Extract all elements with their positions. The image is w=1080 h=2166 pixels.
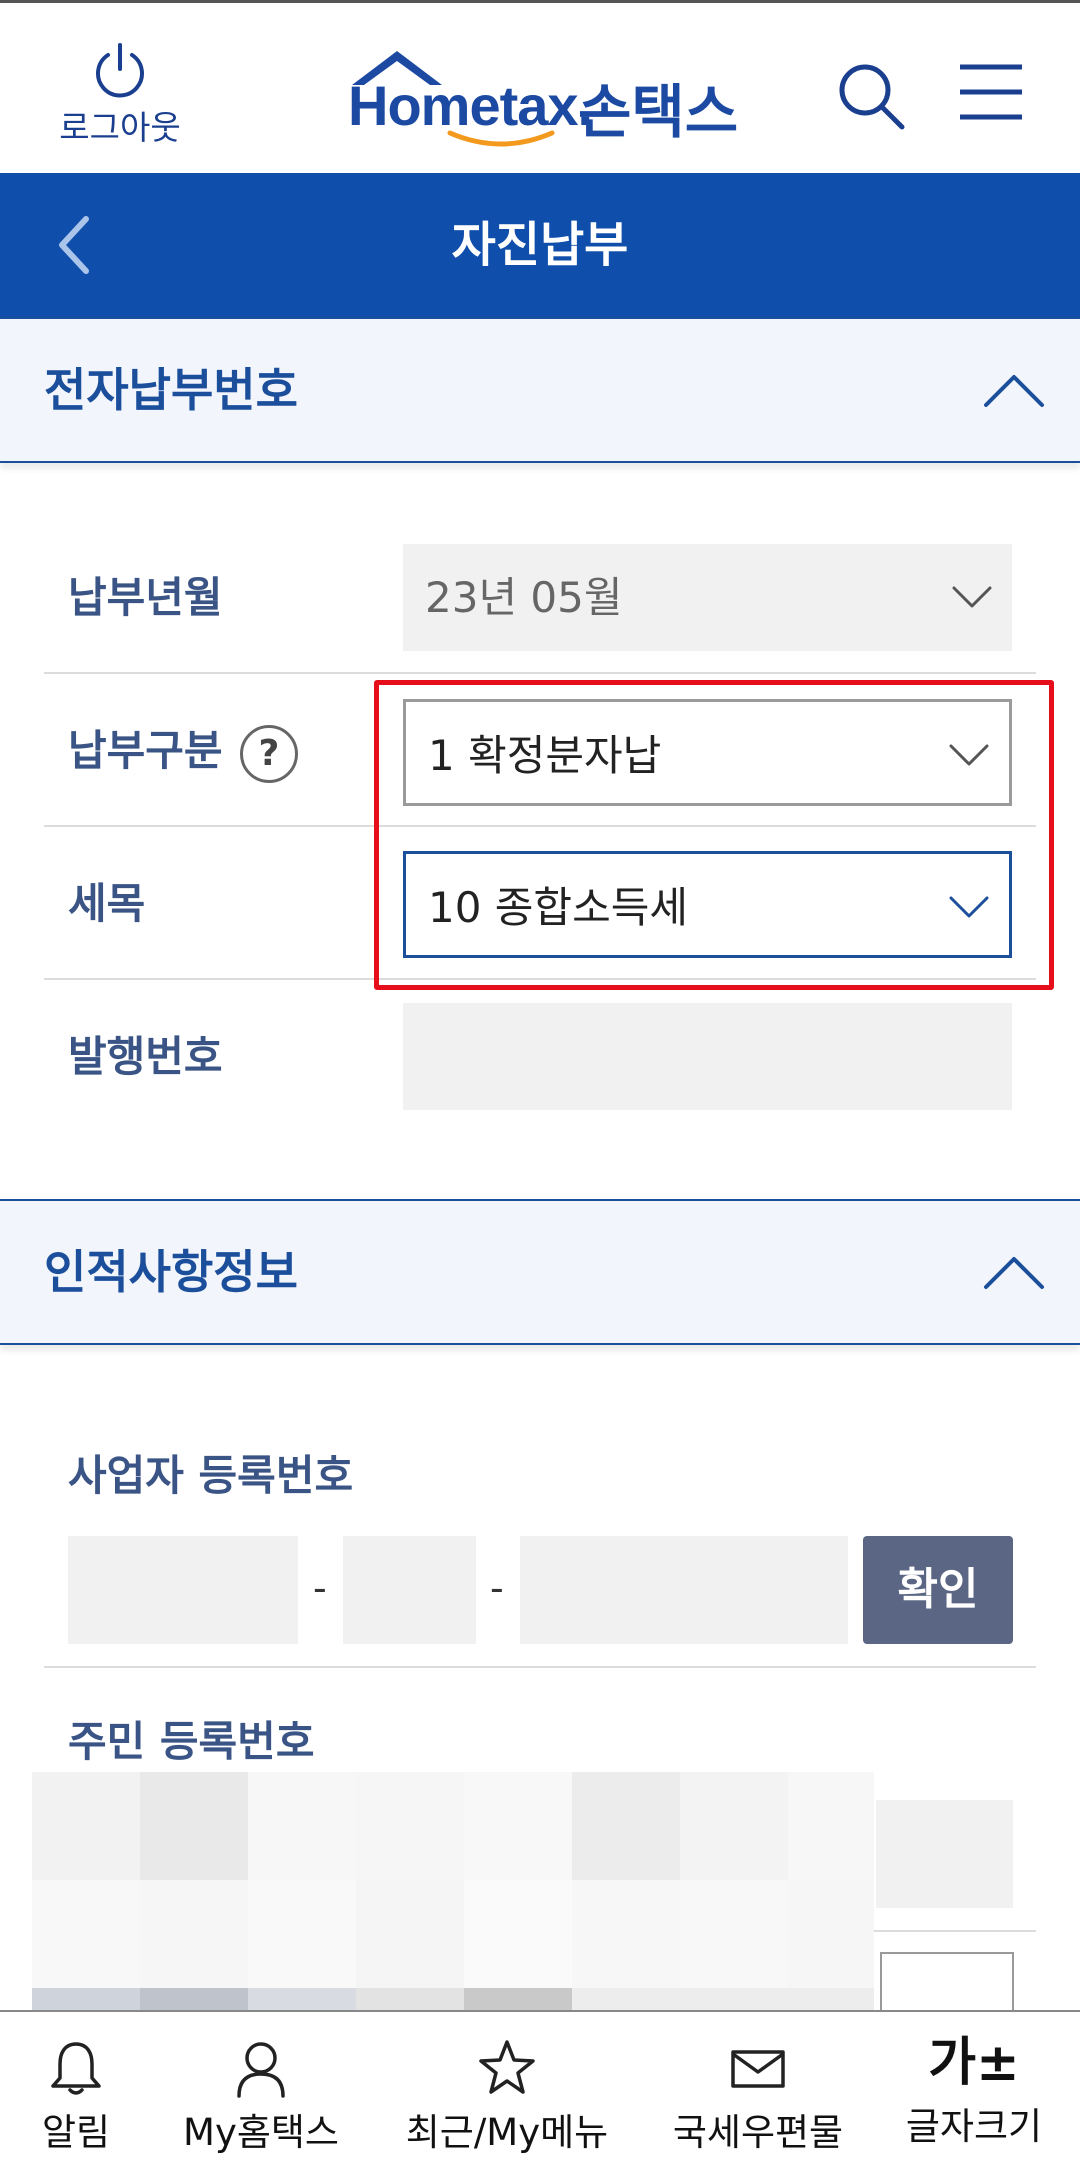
confirm-button[interactable]: 확인 [863, 1536, 1013, 1644]
section-header-personal-info[interactable]: 인적사항정보 [0, 1199, 1080, 1345]
hamburger-menu-button[interactable] [958, 61, 1024, 123]
search-icon [839, 64, 905, 130]
nav-recent-my-menu[interactable]: 최근/My메뉴 [402, 2012, 612, 2166]
star-icon [479, 2040, 535, 2094]
back-button[interactable] [50, 213, 110, 277]
form-row-payment-month: 납부년월 23년 05월 [44, 522, 1036, 674]
mail-icon [731, 2050, 785, 2088]
resident-reg-number-label: 주민 등록번호 [68, 1717, 315, 1766]
business-reg-input-1[interactable] [68, 1536, 298, 1644]
page-title: 자진납부 [451, 217, 629, 273]
issue-number-input[interactable] [403, 1003, 1012, 1110]
nav-tax-mail[interactable]: 국세우편물 [662, 2012, 854, 2166]
top-header: 로그아웃 Hometax. 손택스 [0, 0, 1080, 173]
logout-button[interactable]: 로그아웃 [50, 41, 190, 149]
divider [44, 1666, 1036, 1668]
field-label: 세목 [68, 879, 146, 928]
resident-reg-input[interactable] [876, 1800, 1013, 1908]
business-reg-input-2[interactable] [343, 1536, 476, 1644]
font-size-icon: 가± [928, 2033, 1020, 2093]
business-reg-input-3[interactable] [520, 1536, 848, 1644]
hamburger-icon [960, 64, 1022, 120]
select-value: 23년 05월 [425, 573, 623, 622]
section-title: 전자납부번호 [44, 363, 298, 417]
bottom-navigation: 알림 My홈택스 최근/My메뉴 국세우편물 가± 글자크기 [0, 2010, 1080, 2166]
nav-label: 알림 [41, 2111, 111, 2154]
chevron-left-icon [59, 216, 89, 274]
help-icon[interactable]: ? [240, 725, 298, 783]
field-label: 납부구분 [68, 726, 223, 775]
field-label: 발행번호 [68, 1032, 223, 1081]
section-header-payment-number[interactable]: 전자납부번호 [0, 317, 1080, 463]
search-button[interactable] [836, 61, 906, 131]
chevron-down-icon [952, 586, 992, 608]
highlight-box [374, 680, 1054, 990]
logo-korean-text: 손택스 [578, 78, 739, 146]
payment-month-select[interactable]: 23년 05월 [403, 544, 1012, 651]
hometax-logo[interactable]: Hometax. 손택스 [338, 47, 758, 147]
section-title: 인적사항정보 [44, 1245, 298, 1299]
nav-label: My홈택스 [183, 2111, 339, 2154]
title-bar: 자진납부 [0, 173, 1080, 317]
power-icon [96, 43, 144, 98]
logout-label: 로그아웃 [59, 108, 181, 147]
person-icon [237, 2042, 285, 2098]
chevron-up-icon [984, 1257, 1044, 1289]
nav-label: 국세우편물 [672, 2111, 844, 2154]
separator-dash: - [490, 1566, 504, 1610]
collapse-button[interactable] [982, 1247, 1046, 1297]
business-reg-number-label: 사업자 등록번호 [68, 1451, 354, 1500]
nav-my-hometax[interactable]: My홈택스 [172, 2012, 350, 2166]
logo-smile-icon [447, 130, 555, 147]
bell-icon [51, 2042, 101, 2095]
form-row-issue-number: 발행번호 [44, 981, 1036, 1133]
partial-select-field[interactable] [880, 1952, 1014, 2012]
redacted-area [32, 1772, 874, 2018]
nav-font-size[interactable]: 가± 글자크기 [896, 2012, 1052, 2166]
nav-label: 최근/My메뉴 [405, 2111, 609, 2154]
separator-dash: - [313, 1566, 327, 1610]
nav-label: 글자크기 [905, 2105, 1043, 2148]
chevron-up-icon [984, 375, 1044, 407]
nav-alert[interactable]: 알림 [20, 2012, 132, 2166]
collapse-button[interactable] [982, 365, 1046, 415]
field-label: 납부년월 [68, 573, 223, 622]
